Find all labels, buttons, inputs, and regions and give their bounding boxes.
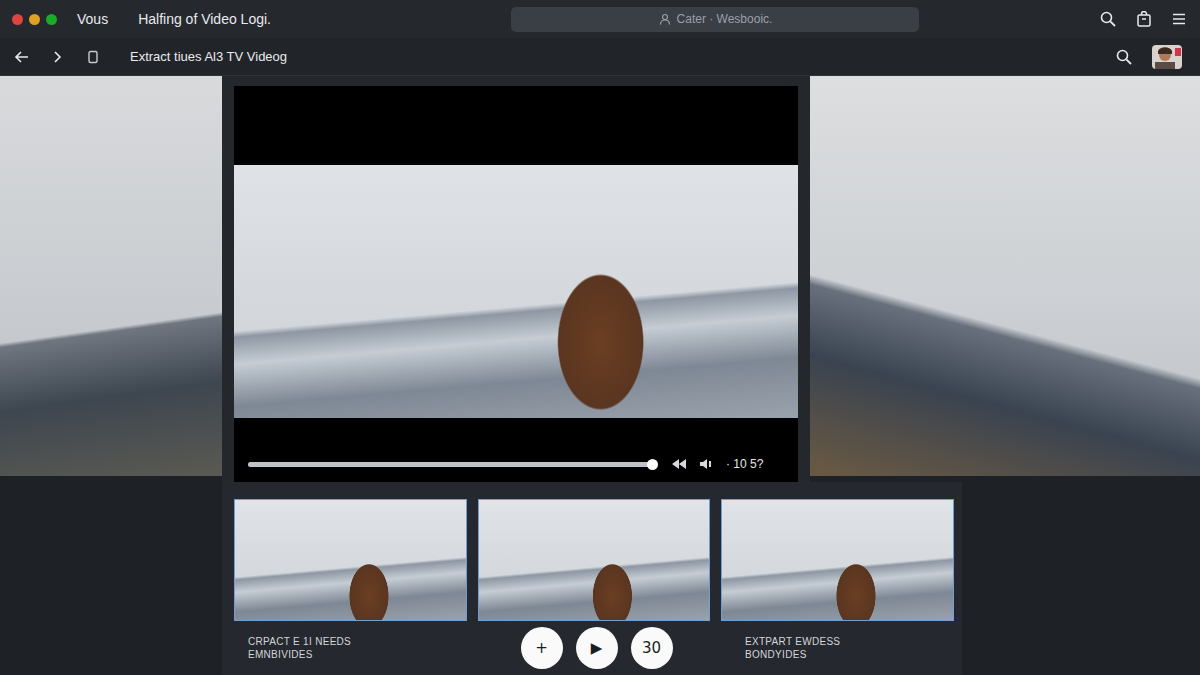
round-button[interactable]: 30 [631,627,673,669]
window-dot[interactable] [46,14,57,25]
round-button[interactable]: + [521,627,563,669]
volume-icon[interactable] [700,459,712,469]
address-text: Cater · Wesbooic. [677,12,773,26]
window-dot[interactable] [29,14,40,25]
video-thumbnail[interactable] [478,499,711,621]
page-title: Extract tiues Al3 TV Videog [130,49,287,64]
video-thumbnail[interactable] [234,499,467,621]
rewind-icon[interactable] [672,459,686,469]
search-icon[interactable] [1100,11,1116,27]
thumbnail-strip: CRPACT E 1I NEEDSEMNBIVIDES + ▶ 30 EXTPART… [222,482,962,675]
avatar[interactable] [1152,45,1182,69]
video-frame [234,165,798,418]
caption: CRPACT E 1I NEEDSEMNBIVIDES [248,635,448,661]
nav-bar: Extract tiues Al3 TV Videog [0,38,1200,76]
browser-window: Vous Halfing of Video Logi. Cater · Wesb… [0,0,1200,675]
search-icon[interactable] [1116,49,1132,65]
caption: EXTPART EWDESSBONDYIDES [745,635,950,661]
window-title: Halfing of Video Logi. [138,11,271,27]
player-controls: · 10 5? [234,418,798,482]
background-photo [810,76,1200,476]
person-photo-icon [1152,45,1182,69]
person-icon [659,13,671,25]
progress-handle[interactable] [647,459,658,470]
video-player[interactable]: · 10 5? [234,86,798,482]
back-arrow-icon[interactable] [14,49,30,65]
round-button[interactable]: ▶ [576,627,618,669]
tab-icon[interactable] [86,50,100,64]
menu-icon[interactable] [1172,12,1186,26]
bag-icon[interactable] [1136,11,1152,27]
title-bar: Vous Halfing of Video Logi. Cater · Wesb… [0,0,1200,38]
window-controls [12,14,57,25]
progress-bar[interactable] [248,462,658,467]
window-dot[interactable] [12,14,23,25]
forward-chevron-icon[interactable] [50,49,66,65]
background-photo [0,76,222,476]
app-name: Vous [77,11,108,27]
address-field[interactable]: Cater · Wesbooic. [511,7,919,32]
video-thumbnail[interactable] [721,499,954,621]
time-readout: · 10 5? [726,457,763,471]
player-panel: · 10 5? [222,76,810,482]
